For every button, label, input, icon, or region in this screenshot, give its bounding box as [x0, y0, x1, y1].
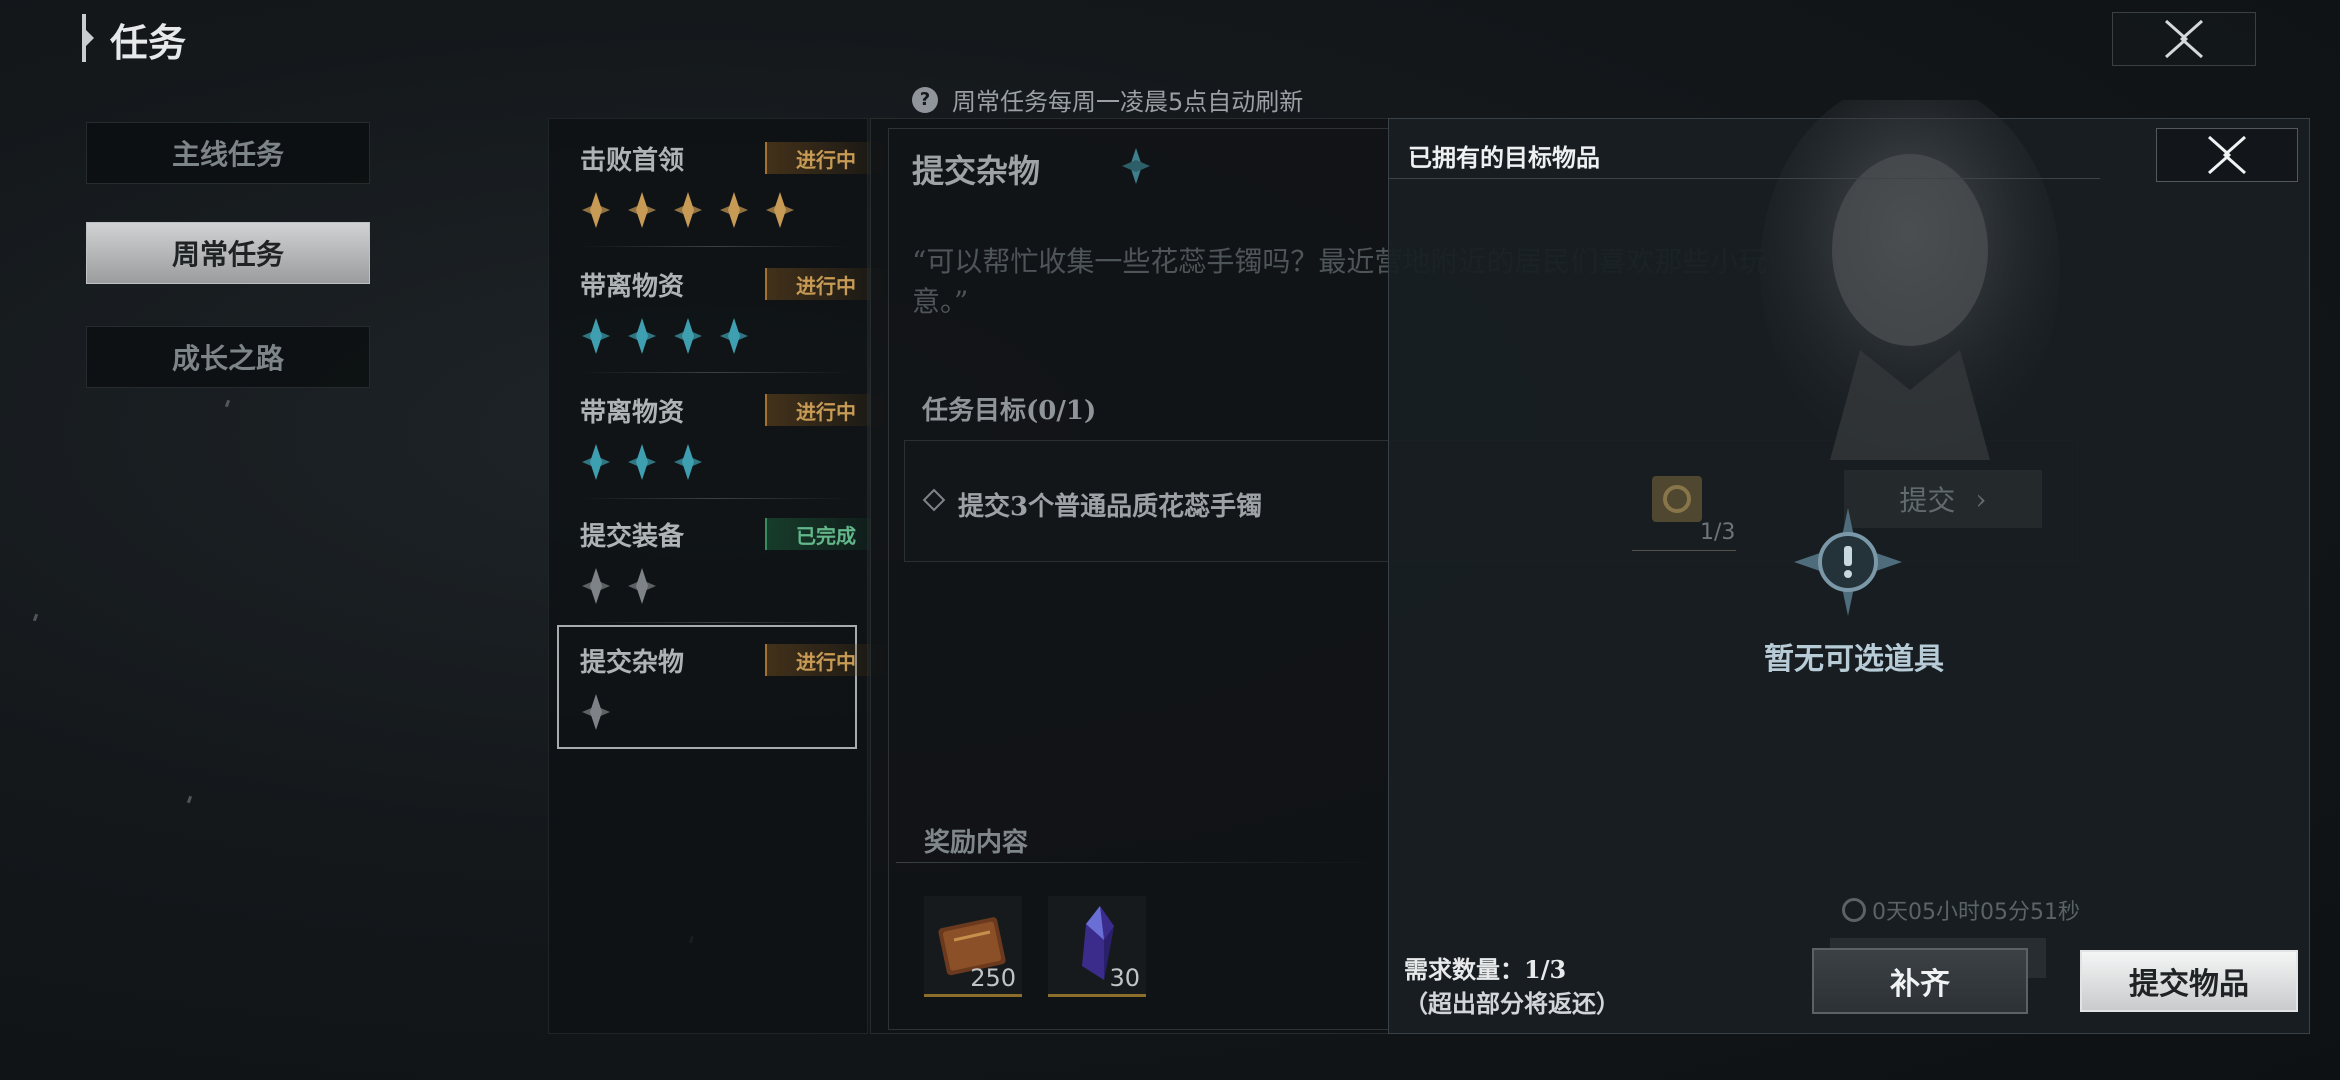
- tab-weekly-quests[interactable]: 周常任务: [86, 222, 370, 284]
- difficulty-gem-icon: [582, 318, 610, 354]
- detail-title: 提交杂物: [912, 152, 1041, 190]
- quest-screen: 任务 主线任务 周常任务 成长之路 ? 周常任务每周一凌晨5点自动刷新 击败首领…: [0, 0, 2340, 1080]
- task-item[interactable]: 带离物资 进行中: [580, 252, 885, 362]
- help-icon[interactable]: ?: [912, 86, 938, 113]
- difficulty-gem-icon: [628, 444, 656, 480]
- difficulty-gem-icon: [582, 568, 610, 604]
- page-title: 任务: [110, 20, 187, 65]
- task-difficulty: [580, 190, 796, 230]
- task-name: 带离物资: [580, 398, 685, 428]
- task-name: 击败首领: [580, 146, 685, 176]
- timer-text: 0天05小时05分51秒: [1872, 900, 2080, 925]
- objective-item-count: 1/3: [1700, 520, 1736, 545]
- submit-items-label: 提交物品: [2129, 967, 2249, 1002]
- difficulty-gem-icon: [1122, 148, 1150, 184]
- task-difficulty: [580, 692, 612, 732]
- task-status-badge: 进行中: [765, 644, 885, 676]
- task-name: 带离物资: [580, 272, 685, 302]
- header-marker: [82, 14, 94, 62]
- objective-title: 任务目标(0/1): [922, 396, 1097, 426]
- task-item[interactable]: 带离物资 进行中: [580, 378, 885, 488]
- task-difficulty: [580, 316, 750, 356]
- task-item[interactable]: 击败首领 进行中: [580, 126, 885, 236]
- difficulty-gem-icon: [720, 192, 748, 228]
- close-icon: [2208, 135, 2246, 175]
- difficulty-gem-icon: [628, 318, 656, 354]
- task-name: 提交装备: [580, 522, 685, 552]
- reward-title: 奖励内容: [924, 828, 1029, 858]
- popup-title: 已拥有的目标物品: [1408, 143, 1600, 172]
- required-quantity: 需求数量：1/3: [1404, 955, 1567, 984]
- notice-text: 周常任务每周一凌晨5点自动刷新: [952, 88, 1304, 116]
- popup-close-button[interactable]: [2156, 128, 2298, 182]
- task-status-badge: 进行中: [765, 142, 885, 174]
- reward-item[interactable]: 30: [1048, 896, 1146, 997]
- difficulty-gem-icon: [674, 444, 702, 480]
- tab-label: 周常任务: [171, 238, 284, 271]
- refresh-timer: 0天05小时05分51秒: [1842, 894, 2080, 926]
- background-speck: [186, 795, 193, 804]
- task-status-badge: 已完成: [765, 518, 885, 550]
- task-status-badge: 进行中: [765, 394, 885, 426]
- task-status-badge: 进行中: [765, 268, 885, 300]
- empty-state-text: 暂无可选道具: [1764, 642, 1944, 677]
- task-difficulty: [580, 442, 704, 482]
- tab-main-quests[interactable]: 主线任务: [86, 122, 370, 184]
- task-name: 提交杂物: [580, 648, 685, 678]
- objective-text: 提交3个普通品质花蕊手镯: [958, 492, 1263, 522]
- clock-icon: [1842, 898, 1866, 922]
- tab-label: 主线任务: [171, 138, 284, 171]
- chevron-right-icon: ›: [1975, 482, 1987, 516]
- refund-note: （超出部分将返还）: [1404, 989, 1620, 1018]
- reward-divider: [896, 862, 1386, 863]
- difficulty-gem-icon: [582, 694, 610, 730]
- difficulty-gem-icon: [674, 318, 702, 354]
- difficulty-gem-icon: [628, 568, 656, 604]
- difficulty-gem-icon: [674, 192, 702, 228]
- task-item[interactable]: 提交杂物 进行中: [580, 628, 885, 738]
- task-divider: [580, 372, 850, 373]
- task-divider: [580, 246, 850, 247]
- close-icon: [2165, 19, 2203, 59]
- difficulty-gem-icon: [720, 318, 748, 354]
- reward-count: 250: [970, 964, 1016, 992]
- background-speck: [224, 399, 231, 408]
- fill-button[interactable]: 补齐: [1812, 948, 2028, 1014]
- empty-compass-icon: [1794, 508, 1902, 616]
- background-speck: [32, 613, 39, 622]
- tab-growth-path[interactable]: 成长之路: [86, 326, 370, 388]
- difficulty-gem-icon: [766, 192, 794, 228]
- submit-items-button[interactable]: 提交物品: [2080, 950, 2298, 1012]
- fill-button-label: 补齐: [1890, 967, 1950, 1002]
- task-divider: [580, 498, 850, 499]
- objective-submit-label: 提交: [1899, 484, 1956, 517]
- difficulty-gem-icon: [582, 444, 610, 480]
- task-item[interactable]: 提交装备 已完成: [580, 502, 885, 612]
- difficulty-gem-icon: [582, 192, 610, 228]
- tab-label: 成长之路: [171, 342, 284, 375]
- close-button[interactable]: [2112, 12, 2256, 66]
- difficulty-gem-icon: [628, 192, 656, 228]
- task-divider: [580, 622, 850, 623]
- refresh-notice: ? 周常任务每周一凌晨5点自动刷新: [912, 82, 1303, 117]
- reward-item[interactable]: 250: [924, 896, 1022, 997]
- task-difficulty: [580, 566, 658, 606]
- reward-count: 30: [1109, 964, 1140, 992]
